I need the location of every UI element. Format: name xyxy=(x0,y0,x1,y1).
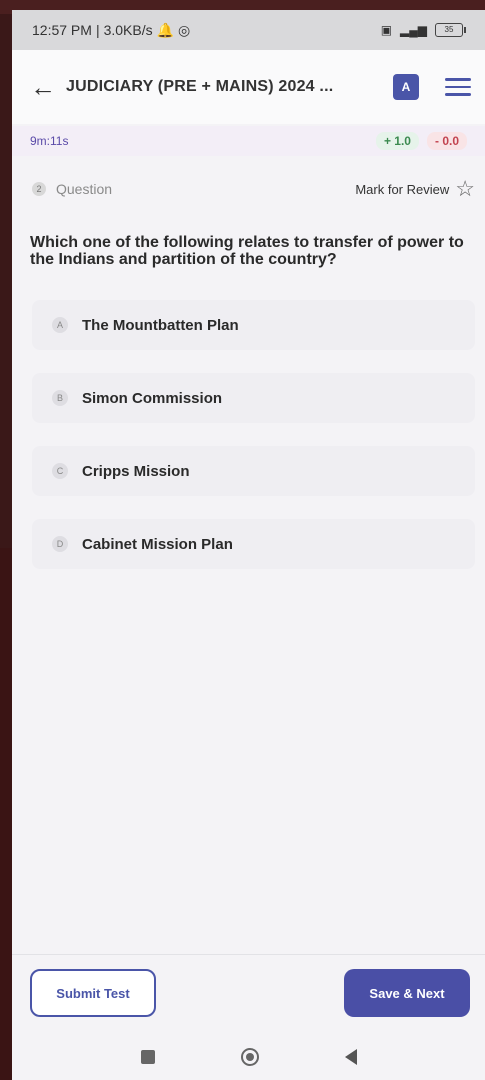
option-text: Cripps Mission xyxy=(82,462,190,480)
mark-for-review-label: Mark for Review xyxy=(355,181,450,197)
back-icon[interactable] xyxy=(344,1049,357,1065)
submit-test-button[interactable]: Submit Test xyxy=(30,969,156,1017)
translate-icon[interactable]: A xyxy=(393,74,419,100)
question-number: 2 xyxy=(32,182,46,196)
phone-screen: 12:57 PM | 3.0KB/s 🔔 ◎ ▣ ▂▄▆ 35 ← JUDICI… xyxy=(12,10,485,1080)
positive-marks-badge: + 1.0 xyxy=(375,132,419,150)
bottom-divider xyxy=(12,954,485,955)
menu-icon[interactable] xyxy=(445,78,471,96)
save-next-button[interactable]: Save & Next xyxy=(344,969,470,1017)
timer-bar: 9m:11s + 1.0 - 0.0 xyxy=(12,126,485,156)
option-letter: C xyxy=(52,463,68,479)
battery-icon: 35 xyxy=(435,23,466,37)
question-text: Which one of the following relates to tr… xyxy=(30,234,464,268)
option-b[interactable]: B Simon Commission xyxy=(32,373,475,423)
home-icon[interactable] xyxy=(240,1048,259,1066)
marks: + 1.0 - 0.0 xyxy=(375,132,467,150)
system-nav-bar xyxy=(12,1034,485,1080)
negative-marks-badge: - 0.0 xyxy=(426,132,467,150)
status-time: 12:57 PM xyxy=(32,22,92,38)
option-c[interactable]: C Cripps Mission xyxy=(32,446,475,496)
star-icon: ☆ xyxy=(455,176,475,201)
option-letter: D xyxy=(52,536,68,552)
timer: 9m:11s xyxy=(30,134,69,148)
option-letter: A xyxy=(52,317,68,333)
option-text: Cabinet Mission Plan xyxy=(82,535,233,553)
option-text: Simon Commission xyxy=(82,389,223,407)
recents-icon[interactable] xyxy=(140,1050,155,1064)
background-strip-left xyxy=(0,548,12,1080)
notification-icon: 🔔 xyxy=(156,21,175,38)
option-letter: B xyxy=(52,390,68,406)
signal-icon: ▂▄▆ xyxy=(400,23,427,37)
whatsapp-icon: ◎ xyxy=(178,21,191,38)
question-label: Question xyxy=(56,181,113,197)
status-bar: 12:57 PM | 3.0KB/s 🔔 ◎ ▣ ▂▄▆ 35 xyxy=(12,10,485,50)
back-arrow-icon[interactable]: ← xyxy=(30,72,66,103)
app-bar: ← JUDICIARY (PRE + MAINS) 2024 ... A xyxy=(12,50,485,124)
network-speed: 3.0KB/s xyxy=(103,22,153,38)
option-text: The Mountbatten Plan xyxy=(82,316,239,334)
message-icon: ▣ xyxy=(380,23,393,37)
mark-for-review-button[interactable]: Mark for Review ☆ xyxy=(355,178,475,200)
question-header: 2 Question Mark for Review ☆ xyxy=(12,174,485,204)
page-title: JUDICIARY (PRE + MAINS) 2024 ... xyxy=(66,78,334,95)
option-a[interactable]: A The Mountbatten Plan xyxy=(32,300,475,350)
option-d[interactable]: D Cabinet Mission Plan xyxy=(32,519,475,569)
